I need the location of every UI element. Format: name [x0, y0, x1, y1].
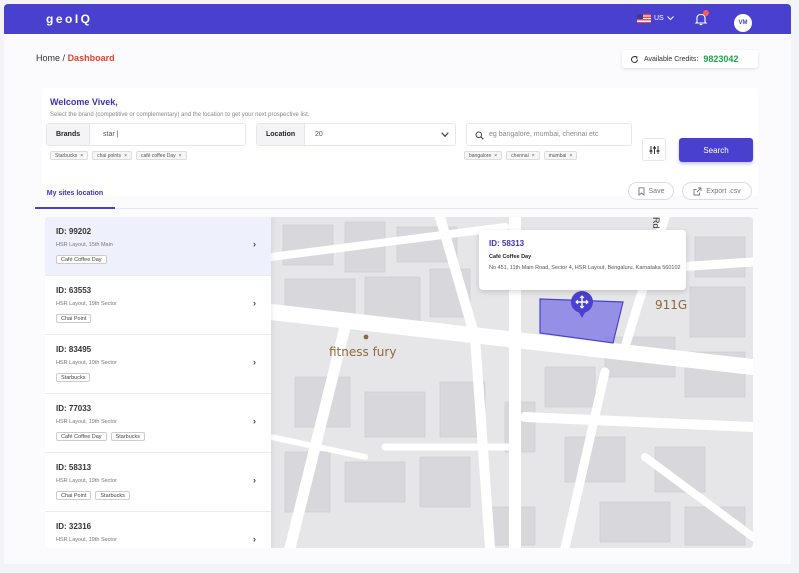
- welcome-title: Welcome Vivek,: [50, 97, 118, 107]
- site-id: ID: 58313: [56, 463, 92, 472]
- user-avatar[interactable]: VM: [734, 14, 752, 32]
- language-label: US: [654, 15, 664, 22]
- brand-tag: Starbucks: [56, 373, 91, 382]
- chevron-down-icon: [666, 16, 674, 21]
- export-icon: [693, 187, 702, 195]
- location-label: Location: [257, 124, 306, 145]
- save-button[interactable]: Save: [628, 182, 674, 200]
- site-id: ID: 63553: [56, 286, 92, 295]
- welcome-subtitle: Select the brand (competitive or complem…: [50, 112, 310, 118]
- brand-tag: Chai Point: [56, 314, 92, 323]
- map-panel: fitness fury 911G Rd Street ID: 58313 Ca…: [45, 217, 753, 548]
- map-building-label: 911G: [655, 298, 688, 312]
- brand-tag: Café Coffee Day: [56, 432, 107, 441]
- chevron-right-icon[interactable]: ›: [253, 416, 256, 426]
- brands-field[interactable]: Brands star |: [46, 123, 246, 146]
- site-info-popup: ID: 58313 Café Coffee Day No 451, 11th M…: [479, 230, 686, 290]
- breadcrumb-home[interactable]: Home: [36, 53, 60, 63]
- chevron-right-icon[interactable]: ›: [253, 475, 256, 485]
- site-id: ID: 99202: [56, 227, 92, 236]
- brand-chips: Starbucks × chai points × café coffee Day ×: [50, 151, 191, 160]
- site-address: HSR Layout, 19th Sector: [56, 360, 117, 366]
- main-content: Home / Dashboard Available Credits: 9823…: [4, 34, 791, 564]
- language-selector[interactable]: US: [637, 14, 674, 23]
- credits-badge: Available Credits: 9823042: [622, 50, 758, 68]
- site-address: HSR Layout, 19th Sector: [56, 537, 117, 543]
- refresh-icon: [631, 55, 639, 63]
- site-tags: Café Coffee Day: [56, 255, 107, 264]
- remove-icon[interactable]: ×: [532, 153, 535, 159]
- site-list: ID: 99202 HSR Layout, 15th Main Café Cof…: [45, 217, 271, 548]
- save-label: Save: [648, 187, 665, 195]
- site-id: ID: 77033: [56, 404, 92, 413]
- city-chips: bangalore × chennai × mumbai ×: [464, 151, 581, 160]
- site-address: HSR Layout, 19th Sector: [56, 478, 117, 484]
- brand-tag: Starbucks: [110, 432, 146, 441]
- location-select[interactable]: 20: [315, 131, 323, 138]
- site-list-item[interactable]: ID: 32316 HSR Layout, 19th Sector ›: [45, 512, 271, 548]
- city-chip[interactable]: bangalore ×: [464, 151, 503, 160]
- remove-icon[interactable]: ×: [124, 153, 127, 159]
- credits-value: 9823042: [703, 54, 739, 64]
- site-address: HSR Layout, 15th Main: [56, 242, 113, 248]
- remove-icon[interactable]: ×: [494, 153, 497, 159]
- remove-icon[interactable]: ×: [569, 153, 572, 159]
- brands-label: Brands: [47, 124, 91, 145]
- chevron-right-icon[interactable]: ›: [253, 239, 256, 249]
- site-list-item[interactable]: ID: 83495 HSR Layout, 19th Sector Starbu…: [45, 335, 271, 394]
- filter-settings-button[interactable]: [642, 138, 666, 161]
- site-list-item[interactable]: ID: 77033 HSR Layout, 19th Sector Café C…: [45, 394, 271, 453]
- chevron-down-icon[interactable]: [441, 132, 449, 138]
- popup-site-name: Café Coffee Day: [489, 254, 532, 260]
- site-tags: Starbucks: [56, 373, 91, 382]
- remove-icon[interactable]: ×: [80, 153, 83, 159]
- breadcrumb-separator: /: [62, 53, 66, 63]
- brand-tag: Café Coffee Day: [56, 255, 107, 264]
- site-tags: Chai Point: [56, 314, 92, 323]
- search-icon: [475, 131, 484, 140]
- export-csv-button[interactable]: Export .csv: [682, 182, 752, 200]
- city-chip[interactable]: mumbai ×: [543, 151, 578, 160]
- top-navigation-bar: geoIQ US VM: [4, 4, 791, 34]
- site-tags: Chai Point Starbucks: [56, 491, 130, 500]
- credits-label: Available Credits:: [644, 55, 699, 63]
- brand-tag: Starbucks: [95, 491, 130, 500]
- brand-chip[interactable]: Starbucks ×: [50, 151, 89, 160]
- map-poi-label: fitness fury: [329, 345, 397, 359]
- breadcrumb: Home / Dashboard: [36, 53, 115, 63]
- brand-tag: Chai Point: [56, 491, 92, 500]
- export-label: Export .csv: [706, 187, 741, 195]
- search-button[interactable]: Search: [679, 138, 753, 162]
- site-list-item[interactable]: ID: 63553 HSR Layout, 19th Sector Chai P…: [45, 276, 271, 335]
- bookmark-icon: [638, 186, 644, 196]
- city-search-field[interactable]: eg bangalore, mumbai, chennai etc: [466, 123, 632, 146]
- location-field[interactable]: Location 20: [256, 123, 456, 146]
- us-flag-icon: [637, 14, 651, 23]
- chevron-right-icon[interactable]: ›: [253, 298, 256, 308]
- site-id: ID: 32316: [56, 522, 92, 531]
- app-logo[interactable]: geoIQ: [46, 12, 93, 26]
- site-id: ID: 83495: [56, 345, 92, 354]
- city-chip[interactable]: chennai ×: [506, 151, 540, 160]
- chevron-right-icon[interactable]: ›: [253, 534, 256, 544]
- popup-site-id: ID: 58313: [489, 239, 525, 248]
- brand-chip[interactable]: chai points ×: [92, 151, 132, 160]
- notification-badge: [703, 10, 709, 16]
- sites-toolbar: My sites location Save Export .csv: [35, 179, 758, 209]
- sliders-icon: [649, 145, 659, 154]
- tab-my-sites-location[interactable]: My sites location: [35, 179, 115, 209]
- city-search-input[interactable]: eg bangalore, mumbai, chennai etc: [489, 131, 598, 138]
- brand-chip[interactable]: café coffee Day ×: [135, 151, 187, 160]
- site-address: HSR Layout, 19th Sector: [56, 301, 117, 307]
- remove-icon[interactable]: ×: [179, 153, 182, 159]
- site-tags: Café Coffee Day Starbucks: [56, 432, 146, 441]
- site-list-item[interactable]: ID: 58313 HSR Layout, 19th Sector Chai P…: [45, 453, 271, 512]
- site-list-item[interactable]: ID: 99202 HSR Layout, 15th Main Café Cof…: [45, 217, 271, 276]
- chevron-right-icon[interactable]: ›: [253, 357, 256, 367]
- popup-site-address: No 451, 11th Main Road, Sector 4, HSR La…: [489, 265, 681, 271]
- brands-input[interactable]: star |: [103, 131, 118, 138]
- breadcrumb-current: Dashboard: [67, 53, 115, 63]
- site-address: HSR Layout, 19th Sector: [56, 419, 117, 425]
- notification-bell-icon[interactable]: [694, 10, 709, 26]
